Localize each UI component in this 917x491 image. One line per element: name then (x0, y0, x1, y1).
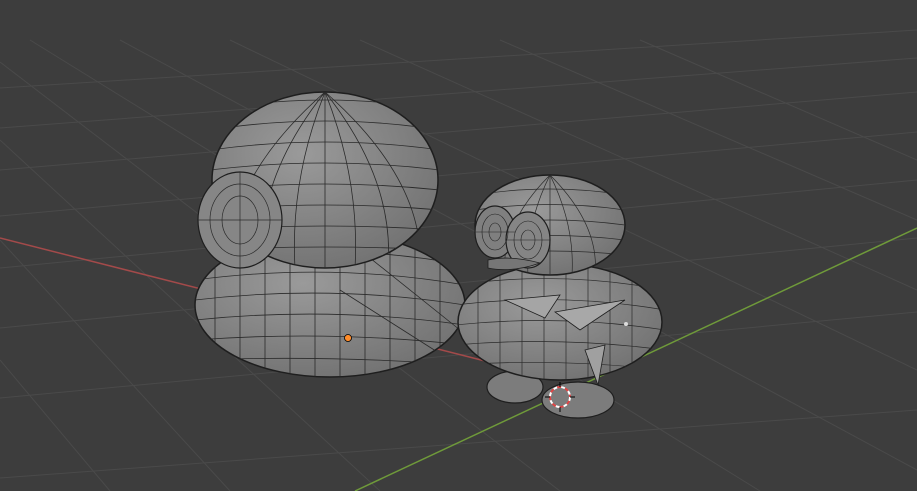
3d-viewport[interactable] (0, 0, 917, 491)
viewport-canvas[interactable] (0, 0, 917, 491)
floor-grid (0, 29, 917, 491)
large-mesh-object[interactable] (194, 91, 466, 380)
small-mesh-figure[interactable] (455, 174, 665, 419)
large-mesh-origin-dot[interactable] (344, 334, 352, 342)
vertex-marker (624, 322, 628, 326)
small-mesh-right-foot[interactable] (541, 381, 615, 419)
